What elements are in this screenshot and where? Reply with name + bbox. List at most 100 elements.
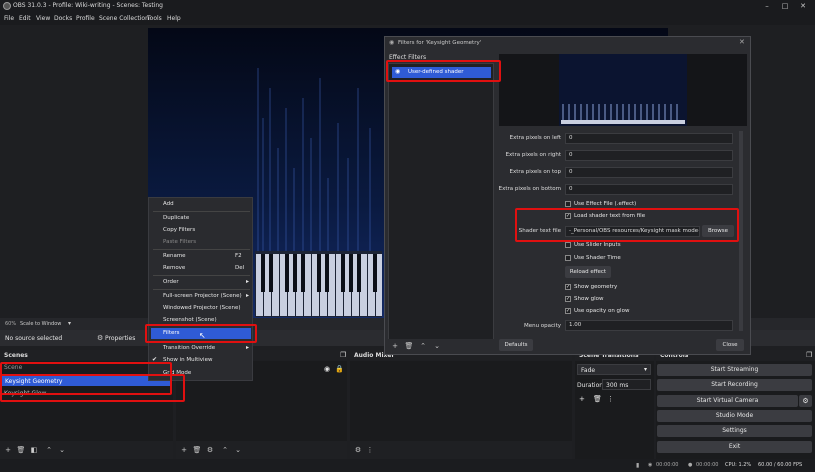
show-glow-checkbox[interactable]: ✓ xyxy=(565,296,571,302)
show-geometry-checkbox[interactable]: ✓ xyxy=(565,284,571,290)
menu-item-fullscreen-projector[interactable]: Full-screen Projector (Scene) xyxy=(163,293,242,299)
filters-dialog: ◉ Filters for 'Keysight Geometry' ✕ Effe… xyxy=(384,36,751,355)
add-scene-icon[interactable]: + xyxy=(3,445,13,455)
settings-button[interactable]: Settings xyxy=(657,425,812,437)
duration-input[interactable]: 300 ms xyxy=(602,379,651,390)
menu-opacity-input[interactable]: 1.00 xyxy=(565,320,733,331)
minimize-button[interactable]: – xyxy=(762,1,772,11)
transitions-panel: Fade ▾ Duration 300 ms + 🗑 ⋮ xyxy=(575,361,654,459)
extra-left-input[interactable]: 0 xyxy=(565,133,733,144)
gear-icon[interactable]: ⚙ xyxy=(353,445,363,455)
show-glow-label: Show glow xyxy=(574,296,604,302)
gear-icon[interactable]: ⚙ xyxy=(205,445,215,455)
obs-logo-icon: ◉ xyxy=(389,39,395,46)
use-shader-time-label: Use Shader Time xyxy=(574,255,621,261)
reload-effect-button[interactable]: Reload effect xyxy=(565,266,611,278)
more-icon[interactable]: ⋮ xyxy=(607,395,614,403)
use-opacity-on-glow-label: Use opacity on glow xyxy=(574,308,630,314)
menu-separator xyxy=(153,289,250,290)
audio-mixer-area xyxy=(350,361,572,441)
show-geometry-label: Show geometry xyxy=(574,284,618,290)
extra-bottom-label: Extra pixels on bottom xyxy=(498,186,561,192)
extra-bottom-input[interactable]: 0 xyxy=(565,184,733,195)
sources-footer: + 🗑 ⚙ ⌃ ⌄ xyxy=(176,441,347,459)
move-down-icon[interactable]: ⌄ xyxy=(432,341,442,351)
use-effect-file-checkbox[interactable] xyxy=(565,201,571,207)
signal-icon: ▮ xyxy=(636,462,640,469)
scenes-dock-title: Scenes xyxy=(4,352,28,359)
rename-shortcut: F2 xyxy=(235,253,242,259)
gear-icon[interactable]: ⚙ xyxy=(799,395,812,407)
menu-item-copy-filters[interactable]: Copy Filters xyxy=(163,227,195,233)
trash-icon[interactable]: 🗑 xyxy=(192,445,202,455)
use-opacity-on-glow-checkbox[interactable]: ✓ xyxy=(565,308,571,314)
stream-time: 00:00:00 xyxy=(656,462,679,468)
menu-item-transition-override[interactable]: Transition Override xyxy=(163,345,215,351)
start-virtual-camera-button[interactable]: Start Virtual Camera xyxy=(657,395,798,407)
defaults-button[interactable]: Defaults xyxy=(499,339,533,351)
eye-icon[interactable]: ◉ xyxy=(324,365,330,373)
dialog-title: Filters for 'Keysight Geometry' xyxy=(398,40,482,46)
close-button[interactable]: Close xyxy=(716,339,744,351)
menu-view[interactable]: View xyxy=(36,15,50,22)
menu-item-windowed-projector[interactable]: Windowed Projector (Scene) xyxy=(163,305,241,311)
menu-item-add[interactable]: Add xyxy=(163,201,174,207)
transition-select[interactable]: Fade ▾ xyxy=(577,364,651,375)
highlight-box xyxy=(0,374,185,402)
menu-item-screenshot[interactable]: Screenshot (Scene) xyxy=(163,317,217,323)
add-transition-icon[interactable]: + xyxy=(579,395,585,403)
start-streaming-button[interactable]: Start Streaming xyxy=(657,364,812,376)
trash-icon[interactable]: 🗑 xyxy=(593,395,602,403)
audio-mixer-footer: ⚙ ⋮ xyxy=(350,441,572,459)
extra-top-input[interactable]: 0 xyxy=(565,167,733,178)
maximize-button[interactable]: □ xyxy=(780,1,790,11)
close-icon[interactable]: ✕ xyxy=(739,38,745,46)
trash-icon[interactable]: 🗑 xyxy=(404,341,414,351)
menu-edit[interactable]: Edit xyxy=(19,15,31,22)
properties-button[interactable]: Properties xyxy=(105,335,135,342)
menu-opacity-label: Menu opacity xyxy=(523,323,561,329)
use-slider-inputs-checkbox[interactable] xyxy=(565,242,571,248)
highlight-box xyxy=(386,60,501,82)
menu-docks[interactable]: Docks xyxy=(54,15,72,22)
move-down-icon[interactable]: ⌄ xyxy=(57,445,67,455)
menu-item-duplicate[interactable]: Duplicate xyxy=(163,215,189,221)
more-icon[interactable]: ⋮ xyxy=(365,445,375,455)
move-up-icon[interactable]: ⌃ xyxy=(44,445,54,455)
menu-profile[interactable]: Profile xyxy=(76,15,95,22)
undock-icon[interactable]: ❐ xyxy=(340,351,346,359)
menu-item-rename[interactable]: Rename xyxy=(163,253,186,259)
close-window-button[interactable]: ✕ xyxy=(798,1,808,11)
move-up-icon[interactable]: ⌃ xyxy=(418,341,428,351)
start-recording-button[interactable]: Start Recording xyxy=(657,379,812,391)
filter-preview-image xyxy=(559,54,687,126)
highlight-box xyxy=(515,208,739,242)
move-up-icon[interactable]: ⌃ xyxy=(220,445,230,455)
move-down-icon[interactable]: ⌄ xyxy=(233,445,243,455)
lock-icon[interactable]: 🔒 xyxy=(335,365,344,373)
add-filter-icon[interactable]: + xyxy=(390,341,400,351)
menu-tools[interactable]: Tools xyxy=(147,15,162,22)
chevron-down-icon[interactable]: ▾ xyxy=(68,320,71,327)
scale-select[interactable]: Scale to Window xyxy=(20,321,61,327)
add-source-icon[interactable]: + xyxy=(179,445,189,455)
cpu-usage: CPU: 1.2% xyxy=(725,462,752,468)
trash-icon[interactable]: 🗑 xyxy=(16,445,26,455)
use-shader-time-checkbox[interactable] xyxy=(565,255,571,261)
extra-right-input[interactable]: 0 xyxy=(565,150,733,161)
duration-label: Duration xyxy=(577,382,604,389)
menu-bar: File Edit View Docks Profile Scene Colle… xyxy=(0,12,815,25)
exit-button[interactable]: Exit xyxy=(657,441,812,453)
extra-right-label: Extra pixels on right xyxy=(505,152,561,158)
menu-item-order[interactable]: Order xyxy=(163,279,179,285)
filter-icon[interactable]: ◧ xyxy=(29,445,39,455)
studio-mode-button[interactable]: Studio Mode xyxy=(657,410,812,422)
properties-scrollbar[interactable] xyxy=(739,131,743,331)
menu-item-remove[interactable]: Remove xyxy=(163,265,185,271)
undock-icon[interactable]: ❐ xyxy=(806,351,812,359)
duration-value: 300 ms xyxy=(606,382,629,389)
menu-file[interactable]: File xyxy=(4,15,14,22)
menu-help[interactable]: Help xyxy=(167,15,181,22)
menu-scene-collection[interactable]: Scene Collection xyxy=(99,15,149,22)
fps-readout: 60.00 / 60.00 FPS xyxy=(758,462,803,468)
